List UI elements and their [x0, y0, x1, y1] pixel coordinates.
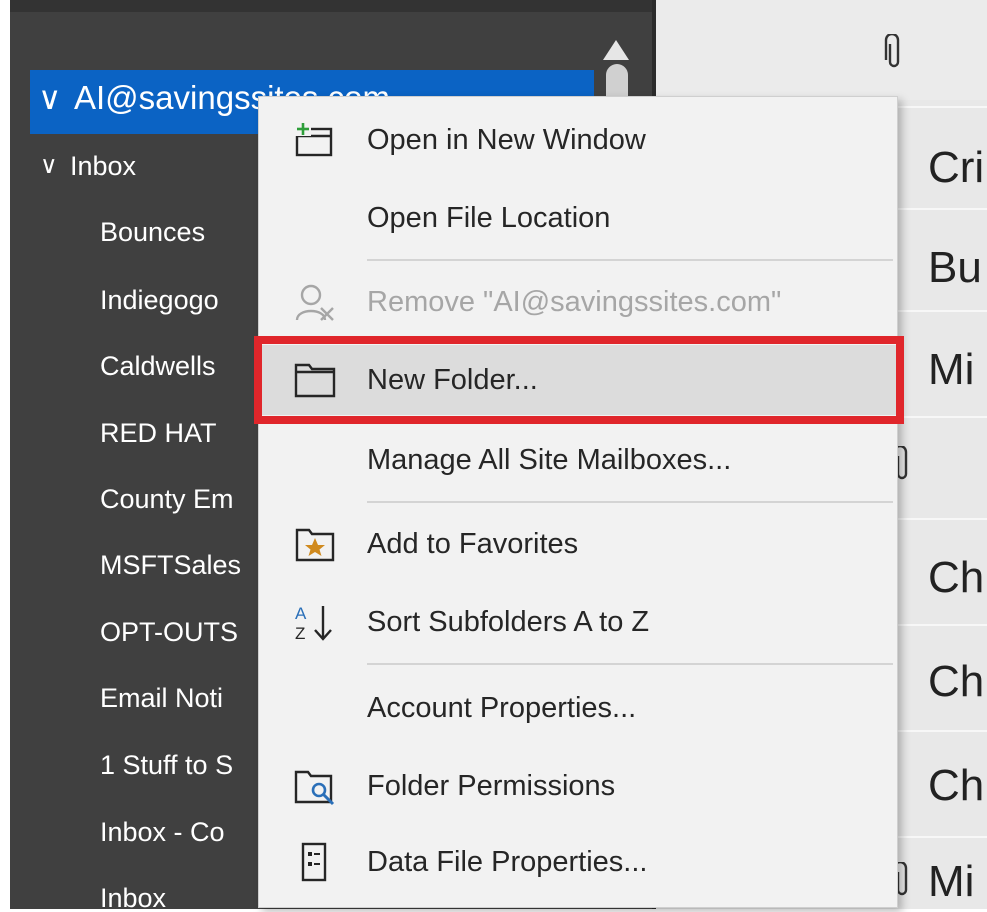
- menu-separator: [367, 501, 893, 503]
- data-file-icon: [301, 842, 327, 882]
- menu-item-label: Account Properties...: [367, 692, 637, 724]
- menu-item-label: Manage All Site Mailboxes...: [367, 444, 732, 476]
- menu-item-remove-account: Remove "AI@savingssites.com": [259, 267, 897, 337]
- folder-item[interactable]: Inbox: [100, 876, 166, 909]
- message-separator: [896, 518, 987, 520]
- message-separator: [896, 624, 987, 626]
- menu-separator: [367, 663, 893, 665]
- pane-top-band: [10, 0, 656, 12]
- menu-item-label: Folder Permissions: [367, 770, 616, 802]
- menu-item-label: Open in New Window: [367, 124, 646, 156]
- message-separator: [896, 836, 987, 838]
- message-sender[interactable]: Mi: [928, 340, 974, 400]
- scroll-up-arrow-icon[interactable]: [603, 40, 629, 60]
- folder-permissions-icon: [294, 770, 335, 806]
- menu-item-label: Remove "AI@savingssites.com": [367, 286, 782, 318]
- message-sender[interactable]: Ch: [928, 652, 984, 712]
- menu-item-folder-permissions[interactable]: Folder Permissions: [259, 751, 897, 821]
- message-sender[interactable]: Cri: [928, 138, 984, 198]
- new-window-icon: [295, 122, 333, 157]
- remove-user-icon: [295, 284, 334, 321]
- message-separator: [896, 730, 987, 732]
- folder-item[interactable]: MSFTSales: [100, 543, 241, 587]
- menu-item-add-to-favorites[interactable]: Add to Favorites: [259, 509, 897, 579]
- menu-item-data-file-properties[interactable]: Data File Properties...: [259, 827, 897, 897]
- message-sender[interactable]: Ch: [928, 756, 984, 816]
- message-list-header: [656, 0, 987, 100]
- folder-item[interactable]: Inbox - Co: [100, 810, 225, 854]
- folder-item[interactable]: 1 Stuff to S: [100, 743, 233, 787]
- folder-context-menu: Open in New Window Open File Location Re…: [258, 96, 898, 908]
- inbox-label: Inbox: [70, 151, 137, 181]
- svg-text:Z: Z: [295, 624, 305, 642]
- menu-item-manage-site-mailboxes[interactable]: Manage All Site Mailboxes...: [259, 425, 897, 495]
- menu-item-sort-subfolders[interactable]: A Z Sort Subfolders A to Z: [259, 587, 897, 657]
- annotation-highlight-box: [254, 336, 904, 424]
- folder-item[interactable]: OPT-OUTS: [100, 610, 238, 654]
- paperclip-icon[interactable]: [884, 34, 904, 70]
- sort-az-icon: A Z: [295, 604, 332, 642]
- message-sender[interactable]: Mi: [928, 852, 974, 912]
- menu-item-label: Open File Location: [367, 202, 611, 234]
- message-separator: [896, 416, 987, 418]
- message-sender[interactable]: Ch: [928, 548, 984, 608]
- folder-item[interactable]: Bounces: [100, 210, 205, 254]
- folder-item[interactable]: Indiegogo: [100, 278, 219, 322]
- message-separator: [896, 106, 987, 108]
- message-separator: [896, 310, 987, 312]
- menu-item-label: Data File Properties...: [367, 846, 648, 878]
- folder-item[interactable]: Email Noti: [100, 676, 223, 720]
- message-separator: [896, 208, 987, 210]
- folder-item[interactable]: Caldwells: [100, 344, 216, 388]
- message-sender[interactable]: Bu: [928, 238, 982, 298]
- chevron-down-icon[interactable]: ∨: [38, 76, 61, 120]
- menu-item-label: Sort Subfolders A to Z: [367, 606, 650, 638]
- menu-separator: [367, 259, 893, 261]
- menu-item-open-file-location[interactable]: Open File Location: [259, 183, 897, 253]
- star-folder-icon: [295, 528, 335, 562]
- window-edge: [0, 0, 10, 909]
- folder-item[interactable]: County Em: [100, 477, 234, 521]
- menu-item-label: Add to Favorites: [367, 528, 579, 560]
- svg-text:A: A: [295, 604, 307, 623]
- chevron-down-icon[interactable]: ∨: [40, 144, 58, 188]
- folder-item[interactable]: RED HAT: [100, 411, 217, 455]
- menu-item-account-properties[interactable]: Account Properties...: [259, 673, 897, 743]
- menu-item-open-in-new-window[interactable]: Open in New Window: [259, 105, 897, 175]
